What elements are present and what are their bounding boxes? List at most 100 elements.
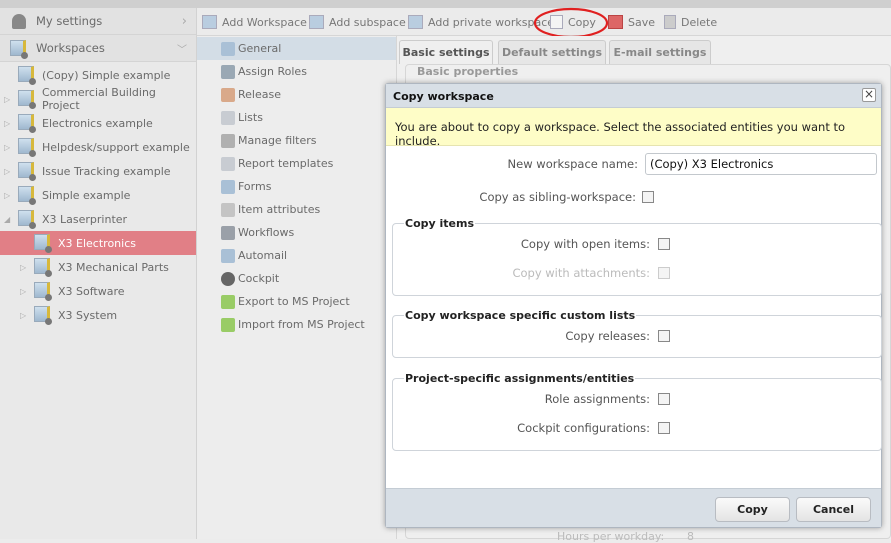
nav-item-label: Export to MS Project	[238, 295, 350, 308]
delete-button[interactable]: Delete	[664, 8, 717, 36]
collapse-icon[interactable]: ◢	[4, 215, 10, 224]
nav-item-label: Workflows	[238, 226, 295, 239]
tree-item[interactable]: ◢ X3 Laserprinter	[0, 207, 196, 231]
sidebar-my-settings[interactable]: My settings ›	[0, 8, 196, 35]
copy-confirm-button[interactable]: Copy	[715, 497, 790, 522]
tree-item[interactable]: X3 Electronics	[0, 231, 196, 255]
releases-checkbox[interactable]	[658, 330, 670, 342]
open-items-checkbox[interactable]	[658, 238, 670, 250]
lists-icon	[221, 110, 235, 125]
toolbar: Add Workspace Add subspace Add private w…	[197, 7, 891, 39]
tree-item[interactable]: ▷ X3 System	[0, 303, 196, 327]
nav-item-cockpit[interactable]: Cockpit	[197, 267, 396, 290]
copy-workspace-dialog: Copy workspace × You are about to copy a…	[385, 83, 882, 528]
attachments-label: Copy with attachments:	[512, 266, 650, 280]
assign-roles-icon	[221, 64, 235, 79]
expand-icon[interactable]: ▷	[4, 167, 10, 176]
expand-icon[interactable]: ▷	[20, 311, 26, 320]
tree-item-label: X3 Electronics	[58, 236, 136, 250]
tree-item-label: X3 Mechanical Parts	[58, 260, 169, 274]
tree-item[interactable]: (Copy) Simple example	[0, 63, 196, 87]
add-workspace-button[interactable]: Add Workspace	[202, 8, 307, 36]
workspace-icon	[10, 40, 28, 59]
workspace-icon	[34, 234, 52, 253]
sidebar: My settings › Workspaces ﹀ (Copy) Simple…	[0, 8, 197, 539]
nav-item-automail[interactable]: Automail	[197, 244, 396, 267]
tree-item-label: Electronics example	[42, 116, 153, 130]
tree-item-label: X3 Laserprinter	[42, 212, 128, 226]
user-settings-icon	[12, 14, 26, 29]
nav-item-label: Item attributes	[238, 203, 321, 216]
nav-item-label: Cockpit	[238, 272, 280, 285]
workspace-icon	[18, 210, 36, 229]
nav-item-lists[interactable]: Lists	[197, 106, 396, 129]
expand-icon[interactable]: ▷	[4, 95, 10, 104]
roles-label: Role assignments:	[544, 392, 650, 406]
nav-item-label: Forms	[238, 180, 272, 193]
tree-item[interactable]: ▷ Helpdesk/support example	[0, 135, 196, 159]
workspace-icon	[18, 90, 36, 109]
nav-item-manage-filters[interactable]: Manage filters	[197, 129, 396, 152]
open-items-label: Copy with open items:	[520, 237, 650, 251]
import-ms-project-icon	[221, 317, 235, 332]
hours-value: 8	[687, 530, 694, 543]
save-button[interactable]: Save	[608, 8, 655, 36]
nav-item-report-templates[interactable]: Report templates	[197, 152, 396, 175]
workspace-icon	[18, 114, 36, 133]
tree-item-label: X3 Software	[58, 284, 125, 298]
nav-item-forms[interactable]: Forms	[197, 175, 396, 198]
tab-basic-settings[interactable]: Basic settings	[399, 40, 493, 64]
expand-icon[interactable]: ▷	[4, 119, 10, 128]
tree-item-label: X3 System	[58, 308, 118, 322]
tab-default-settings[interactable]: Default settings	[498, 40, 606, 64]
sibling-checkbox[interactable]	[642, 191, 654, 203]
nav-item-item-attributes[interactable]: Item attributes	[197, 198, 396, 221]
releases-label: Copy releases:	[565, 329, 650, 343]
workspace-icon	[18, 66, 36, 85]
expand-icon[interactable]: ▷	[20, 263, 26, 272]
basic-properties-legend: Basic properties	[415, 65, 521, 78]
tree-item[interactable]: ▷ Issue Tracking example	[0, 159, 196, 183]
workspace-icon	[34, 306, 52, 325]
add-workspace-label: Add Workspace	[222, 15, 307, 29]
general-icon	[221, 41, 235, 56]
tree-item[interactable]: ▷ X3 Software	[0, 279, 196, 303]
top-bar	[0, 0, 891, 8]
new-workspace-name-input[interactable]	[645, 153, 877, 175]
tree-item-label: Commercial Building Project	[42, 86, 156, 112]
add-private-workspace-icon	[408, 15, 423, 29]
expand-icon[interactable]: ▷	[4, 191, 10, 200]
assignments-fieldset	[392, 378, 882, 451]
tree-item[interactable]: ▷ Electronics example	[0, 111, 196, 135]
tree-item[interactable]: ▷ Commercial Building Project	[0, 86, 196, 112]
copy-items-fieldset	[392, 223, 882, 296]
close-button[interactable]: ×	[862, 88, 876, 102]
tree-item[interactable]: ▷ Simple example	[0, 183, 196, 207]
sidebar-workspaces[interactable]: Workspaces ﹀	[0, 35, 196, 62]
automail-icon	[221, 248, 235, 263]
manage-filters-icon	[221, 133, 235, 148]
copy-items-legend: Copy items	[404, 217, 476, 230]
add-subspace-button[interactable]: Add subspace	[309, 8, 406, 36]
cancel-button[interactable]: Cancel	[796, 497, 871, 522]
tree-item[interactable]: ▷ X3 Mechanical Parts	[0, 255, 196, 279]
dialog-footer: Copy Cancel	[386, 488, 881, 527]
trash-icon	[664, 15, 676, 29]
cockpit-icon	[221, 271, 235, 286]
nav-item-import-ms-project[interactable]: Import from MS Project	[197, 313, 396, 336]
hours-label: Hours per workday:	[557, 530, 665, 543]
tab-email-settings[interactable]: E-mail settings	[609, 40, 711, 64]
nav-item-workflows[interactable]: Workflows	[197, 221, 396, 244]
add-workspace-icon	[202, 15, 217, 29]
cockpit-checkbox[interactable]	[658, 422, 670, 434]
expand-icon[interactable]: ▷	[4, 143, 10, 152]
nav-item-release[interactable]: Release	[197, 83, 396, 106]
workspace-icon	[18, 138, 36, 157]
roles-checkbox[interactable]	[658, 393, 670, 405]
expand-icon[interactable]: ▷	[20, 287, 26, 296]
nav-item-label: Release	[238, 88, 281, 101]
nav-item-general[interactable]: General	[197, 37, 396, 60]
tree-item-label: (Copy) Simple example	[42, 68, 171, 82]
nav-item-export-ms-project[interactable]: Export to MS Project	[197, 290, 396, 313]
nav-item-assign-roles[interactable]: Assign Roles	[197, 60, 396, 83]
